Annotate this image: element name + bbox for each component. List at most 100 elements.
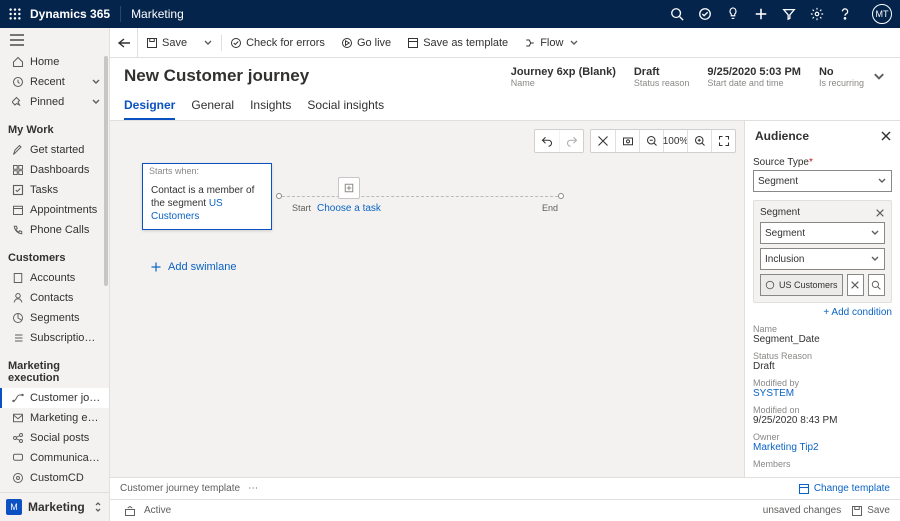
nav-scrollbar[interactable] <box>104 56 108 286</box>
nav-collapse-button[interactable] <box>0 28 109 52</box>
header-expand-button[interactable] <box>872 70 886 84</box>
settings-icon[interactable] <box>810 7 824 21</box>
zoom-in-button[interactable] <box>687 130 711 152</box>
lightbulb-icon[interactable] <box>726 7 740 21</box>
unsaved-changes: unsaved changes <box>763 505 841 516</box>
template-footer: Customer journey template ⋯ Change templ… <box>110 477 900 499</box>
nav-customcd[interactable]: CustomCD <box>0 468 109 488</box>
cmd-flow[interactable]: Flow <box>516 28 587 57</box>
nav-social-posts[interactable]: Social posts <box>0 428 109 448</box>
search-icon[interactable] <box>670 7 684 21</box>
record-header: New Customer journey Journey 6xp (Blank)… <box>110 58 900 88</box>
nav-home[interactable]: Home <box>0 52 109 72</box>
app-launcher-icon[interactable] <box>8 7 22 21</box>
flow-icon <box>524 37 536 49</box>
nav-dashboards[interactable]: Dashboards <box>0 160 109 180</box>
segment-type-select[interactable]: Segment <box>760 222 885 244</box>
module-name[interactable]: Marketing <box>131 7 184 21</box>
zoom-level[interactable]: 100% <box>663 130 687 152</box>
meta-name-value: Journey 6xp (Blank) <box>511 66 616 78</box>
redo-button[interactable] <box>559 130 583 152</box>
person-icon <box>12 292 24 304</box>
nav-segments[interactable]: Segments <box>0 308 109 328</box>
cmd-check-errors[interactable]: Check for errors <box>222 28 333 57</box>
nav-subscription-lists[interactable]: Subscription lists <box>0 328 109 348</box>
phone-icon <box>12 224 24 236</box>
meta-status: Draft <box>753 361 892 372</box>
add-swimlane-button[interactable]: Add swimlane <box>150 261 236 273</box>
nav-accounts[interactable]: Accounts <box>0 268 109 288</box>
back-button[interactable] <box>110 28 138 58</box>
tab-social-insights[interactable]: Social insights <box>307 98 384 120</box>
nav-phone-calls[interactable]: Phone Calls <box>0 220 109 240</box>
meta-start-value: 9/25/2020 5:03 PM <box>707 66 801 78</box>
cmd-save-template[interactable]: Save as template <box>399 28 516 57</box>
snapshot-button[interactable] <box>615 130 639 152</box>
fit-button[interactable] <box>591 130 615 152</box>
nav-communication[interactable]: Communication D... <box>0 448 109 468</box>
nav-tasks[interactable]: Tasks <box>0 180 109 200</box>
nav-recent[interactable]: Recent <box>0 72 109 92</box>
nav-contacts[interactable]: Contacts <box>0 288 109 308</box>
cmd-go-live[interactable]: Go live <box>333 28 399 57</box>
tab-insights[interactable]: Insights <box>250 98 291 120</box>
lookup-clear-button[interactable] <box>847 274 864 296</box>
add-task-button[interactable] <box>338 177 360 199</box>
user-avatar[interactable]: MT <box>872 4 892 24</box>
designer-canvas[interactable]: 100% Starts when: Contact is a member of… <box>110 121 744 477</box>
footer-save-button[interactable]: Save <box>851 505 890 517</box>
tab-designer[interactable]: Designer <box>124 98 175 120</box>
undo-button[interactable] <box>535 130 559 152</box>
brand-name[interactable]: Dynamics 365 <box>30 7 110 21</box>
cmd-save-dropdown[interactable] <box>195 28 221 57</box>
lookup-search-button[interactable] <box>868 274 885 296</box>
global-header: Dynamics 365 Marketing MT <box>0 0 900 28</box>
inclusion-select[interactable]: Inclusion <box>760 248 885 270</box>
task-icon[interactable] <box>698 7 712 21</box>
command-bar: Save Check for errors Go live Save as te… <box>110 28 900 58</box>
segment-lookup-value[interactable]: US Customers <box>760 274 843 296</box>
nav-get-started[interactable]: Get started <box>0 140 109 160</box>
meta-modified-by[interactable]: SYSTEM <box>753 388 892 399</box>
chevron-down-icon <box>91 97 101 107</box>
zoom-out-button[interactable] <box>639 130 663 152</box>
form-tabs: Designer General Insights Social insight… <box>110 88 900 121</box>
nav-marketing-emails[interactable]: Marketing emails <box>0 408 109 428</box>
home-icon <box>12 56 24 68</box>
add-icon[interactable] <box>754 7 768 21</box>
start-tile[interactable]: Starts when: Contact is a member of the … <box>142 163 272 230</box>
chevron-down-icon <box>91 77 101 87</box>
calendar-icon <box>12 204 24 216</box>
fullscreen-button[interactable] <box>711 130 735 152</box>
change-template-link[interactable]: Change template <box>798 483 890 495</box>
segment-icon <box>12 312 24 324</box>
filter-icon[interactable] <box>782 7 796 21</box>
choose-task-link[interactable]: Choose a task <box>317 203 381 214</box>
template-more[interactable]: ⋯ <box>248 483 258 494</box>
mail-icon <box>12 412 24 424</box>
task-placeholder: Choose a task <box>317 177 381 214</box>
template-icon <box>407 37 419 49</box>
nav-group-customers: Customers <box>0 246 109 268</box>
add-condition-link[interactable]: + Add condition <box>753 307 892 318</box>
nav-customer-journeys[interactable]: Customer journeys <box>0 388 109 408</box>
panel-close-button[interactable] <box>880 130 892 142</box>
nav-appointments[interactable]: Appointments <box>0 200 109 220</box>
comm-icon <box>12 452 24 464</box>
side-panel: Audience Source Type* Segment Segment Se… <box>744 121 900 477</box>
tab-general[interactable]: General <box>191 98 234 120</box>
cmd-save[interactable]: Save <box>138 28 195 57</box>
nav-pinned[interactable]: Pinned <box>0 92 109 112</box>
help-icon[interactable] <box>838 7 852 21</box>
meta-owner[interactable]: Marketing Tip2 <box>753 442 892 453</box>
meta-status-value: Draft <box>634 66 690 78</box>
source-type-select[interactable]: Segment <box>753 170 892 192</box>
segment-remove-button[interactable] <box>875 208 885 218</box>
site-nav: Home Recent Pinned My Work Get started D… <box>0 28 110 521</box>
check-circle-icon <box>230 37 242 49</box>
area-switcher[interactable]: M Marketing <box>0 492 109 521</box>
chevron-down-icon <box>569 38 579 48</box>
dashboard-icon <box>12 164 24 176</box>
building-icon <box>12 272 24 284</box>
expand-footer-button[interactable] <box>124 505 136 517</box>
